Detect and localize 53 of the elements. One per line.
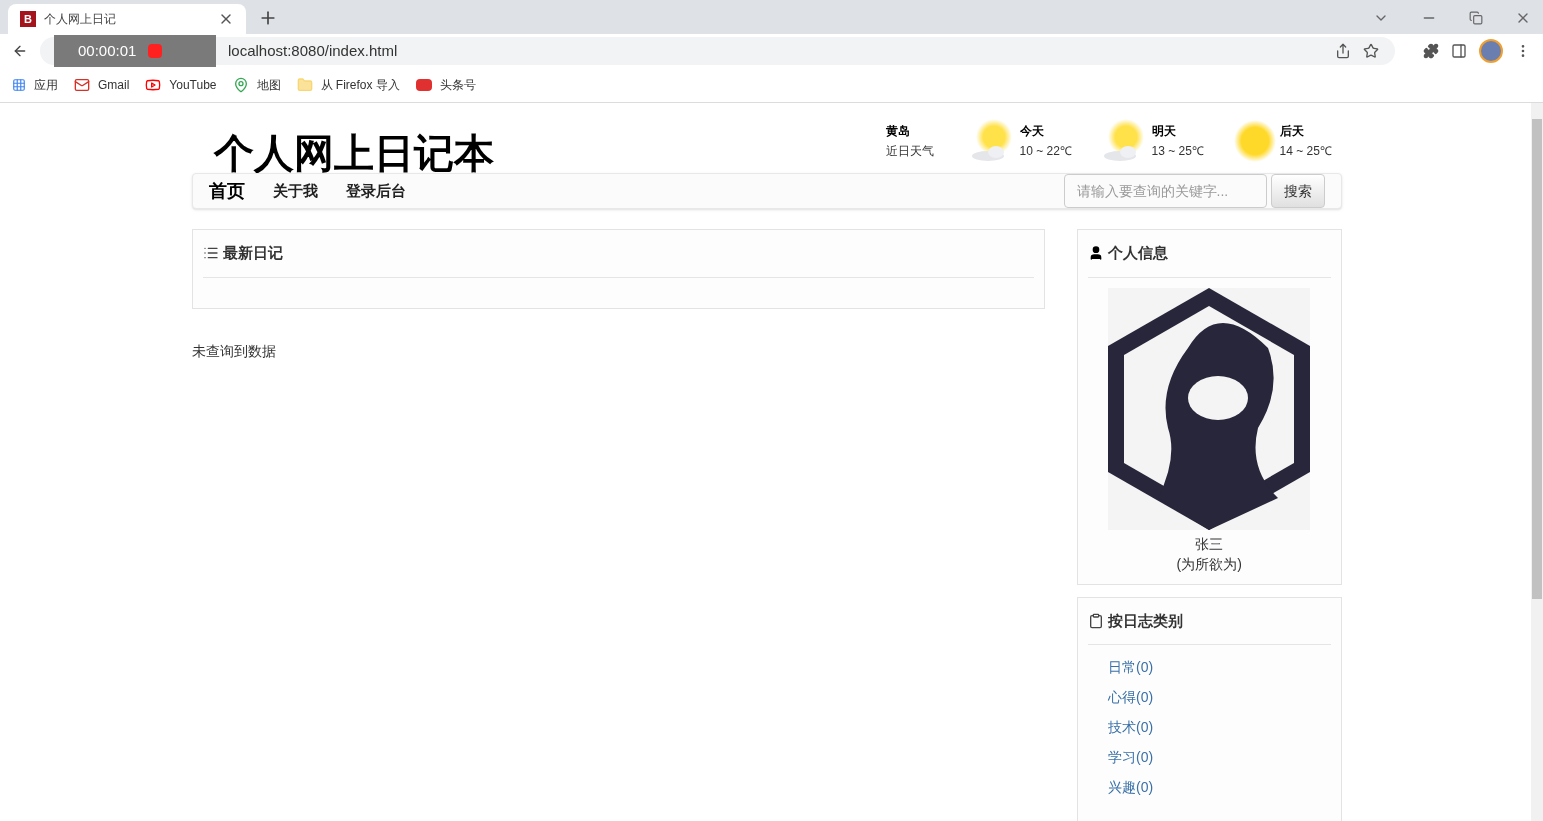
mail-icon bbox=[74, 77, 90, 93]
forecast-day: 后天 bbox=[1279, 123, 1332, 139]
bookmark-star-icon[interactable] bbox=[1363, 43, 1379, 59]
panel-title: 个人信息 bbox=[1107, 243, 1168, 263]
record-stop-icon bbox=[148, 44, 163, 58]
map-pin-icon bbox=[232, 77, 249, 93]
url-text: localhost:8080/index.html bbox=[228, 40, 399, 61]
panel-title: 最新日记 bbox=[222, 243, 283, 263]
weather-caption: 近日天气 bbox=[885, 143, 934, 159]
category-link[interactable]: 日常(0) bbox=[1107, 657, 1154, 677]
forecast-temperature: 10 ~ 22℃ bbox=[1019, 143, 1072, 159]
site-title: 个人网上日记本 bbox=[213, 133, 494, 173]
bookmark-item[interactable]: YouTube bbox=[145, 77, 217, 93]
profile-motto: (为所欲为) bbox=[1176, 554, 1242, 574]
empty-message: 未查询到数据 bbox=[191, 342, 277, 361]
browser-tab[interactable]: B 个人网上日记 bbox=[8, 4, 246, 34]
category-link[interactable]: 技术(0) bbox=[1107, 717, 1154, 737]
side-panel-icon[interactable] bbox=[1451, 43, 1467, 59]
nav-link[interactable]: 首页 bbox=[208, 177, 245, 205]
forecast-day: 明天 bbox=[1151, 123, 1204, 139]
tab-favicon: B bbox=[20, 11, 36, 27]
bookmark-item[interactable]: 从 Firefox 导入 bbox=[296, 77, 400, 93]
category-link[interactable]: 兴趣(0) bbox=[1107, 777, 1154, 797]
weather-city: 黄岛 bbox=[885, 123, 911, 139]
recording-timer: 00:00:01 bbox=[78, 40, 137, 61]
address-bar[interactable]: 00:00:01 localhost:8080/index.html bbox=[40, 37, 1395, 65]
forecast-day: 今天 bbox=[1019, 123, 1072, 139]
sun-icon bbox=[1233, 120, 1276, 162]
restore-icon[interactable] bbox=[1469, 11, 1483, 25]
back-icon[interactable] bbox=[12, 43, 28, 59]
bookmark-item[interactable]: 地图 bbox=[232, 77, 281, 93]
bookmark-item[interactable]: Gmail bbox=[74, 77, 130, 93]
folder-icon bbox=[296, 77, 313, 93]
forecast-temperature: 14 ~ 25℃ bbox=[1279, 143, 1332, 159]
search-field[interactable]: 请输入要查询的关键字... bbox=[1063, 174, 1267, 208]
profile-name: 张三 bbox=[1195, 534, 1224, 554]
forecast-temperature: 13 ~ 25℃ bbox=[1151, 143, 1204, 159]
category-link[interactable]: 学习(0) bbox=[1107, 747, 1154, 767]
bookmark-item[interactable]: 头条号 bbox=[415, 77, 476, 93]
tab-title: 个人网上日记 bbox=[44, 11, 117, 27]
profile-avatar[interactable] bbox=[1479, 39, 1503, 63]
apps-grid-icon bbox=[12, 78, 26, 92]
nav-link[interactable]: 登录后台 bbox=[345, 179, 406, 203]
category-link[interactable]: 心得(0) bbox=[1107, 687, 1154, 707]
extensions-icon[interactable] bbox=[1423, 43, 1439, 59]
search-button[interactable]: 搜索 bbox=[1270, 174, 1325, 208]
share-icon[interactable] bbox=[1335, 43, 1351, 59]
clipboard-icon bbox=[1087, 612, 1104, 629]
news-icon bbox=[415, 79, 432, 91]
panel-title: 按日志类别 bbox=[1107, 610, 1183, 631]
nav-link[interactable]: 关于我 bbox=[272, 179, 318, 203]
bookmark-item[interactable]: 应用 bbox=[12, 77, 58, 93]
play-icon bbox=[145, 77, 162, 93]
